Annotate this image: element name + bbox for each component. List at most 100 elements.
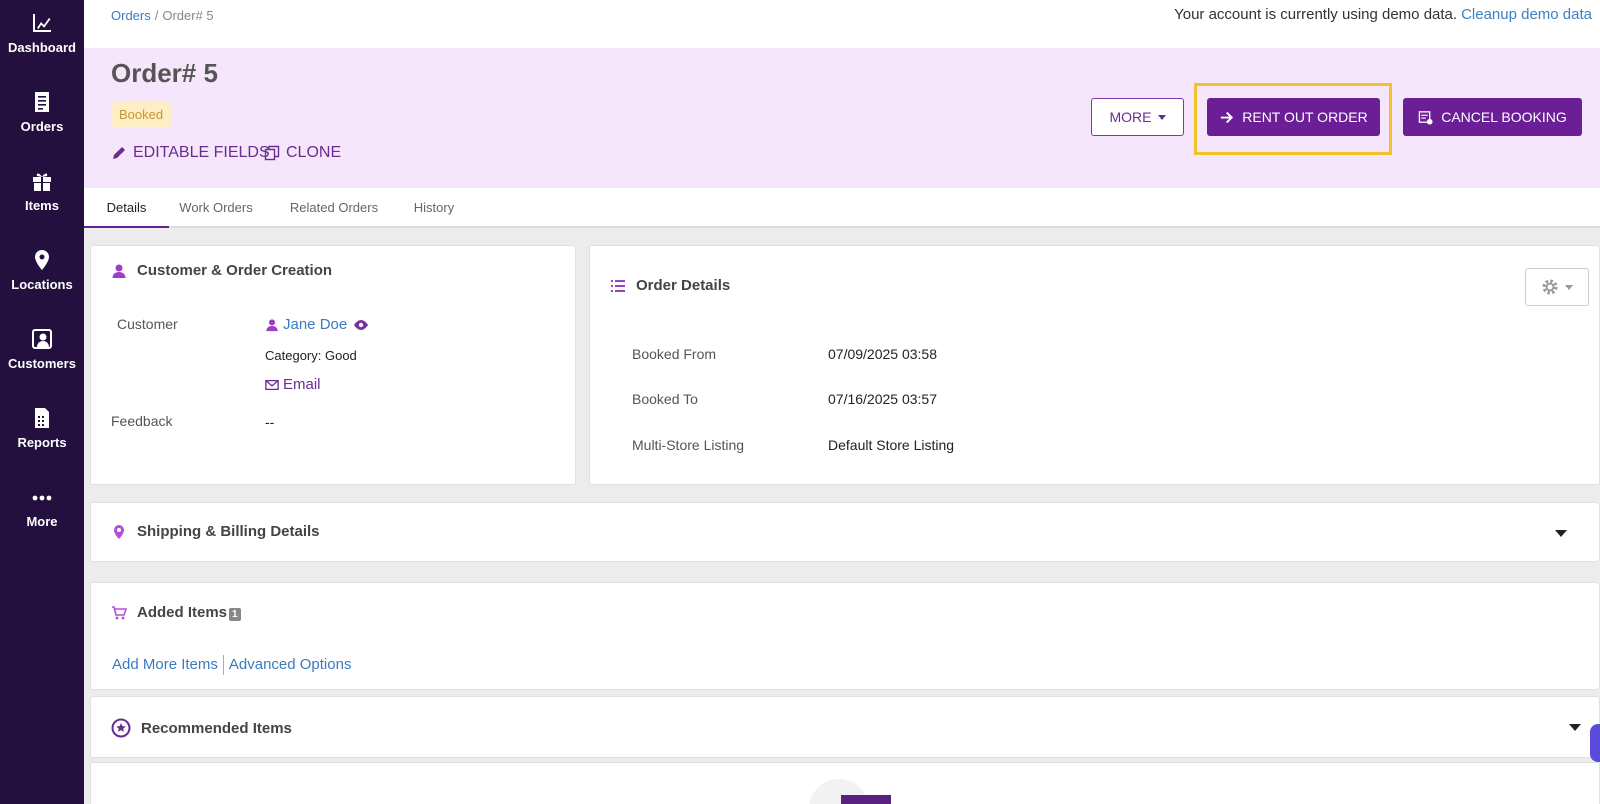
multi-store-value: Default Store Listing xyxy=(828,437,955,453)
sidebar-item-label: More xyxy=(26,514,58,529)
empty-state-image xyxy=(841,795,891,804)
location-pin-icon xyxy=(35,250,49,270)
recommended-items-title-text: Recommended Items xyxy=(141,719,292,737)
envelope-icon xyxy=(265,379,279,390)
items-icon xyxy=(33,173,51,191)
breadcrumb-separator: / xyxy=(154,8,159,23)
recommended-content-card xyxy=(90,762,1600,804)
clone-button[interactable]: CLONE xyxy=(264,144,341,162)
orders-icon xyxy=(35,92,49,112)
cart-icon xyxy=(112,605,127,619)
location-pin-icon xyxy=(114,524,124,539)
order-header: Order# 5 Booked EDITABLE FIELDS CLONE MO… xyxy=(84,48,1600,188)
gear-icon xyxy=(1542,279,1558,295)
advanced-options-link[interactable]: Advanced Options xyxy=(229,656,352,673)
customer-card-title: Customer & Order Creation xyxy=(111,262,332,279)
link-divider xyxy=(222,655,224,675)
sidebar-item-orders[interactable]: Orders xyxy=(0,89,84,159)
editable-fields-label: EDITABLE FIELDS xyxy=(133,144,270,161)
added-items-links: Add More Items Advanced Options xyxy=(112,655,351,675)
order-details-title-text: Order Details xyxy=(636,277,731,294)
user-icon xyxy=(112,264,126,278)
added-items-title: Added Items 1 xyxy=(111,604,241,621)
sidebar-item-label: Reports xyxy=(17,435,67,450)
demo-data-message: Your account is currently using demo dat… xyxy=(1174,6,1458,23)
reports-icon xyxy=(35,408,49,428)
sidebar-item-dashboard[interactable]: Dashboard xyxy=(0,10,84,80)
tab-details[interactable]: Details xyxy=(84,188,169,228)
tab-work-orders[interactable]: Work Orders xyxy=(171,188,261,228)
page-title: Order# 5 xyxy=(111,58,218,88)
feedback-value: -- xyxy=(265,414,275,430)
tab-history[interactable]: History xyxy=(406,188,462,228)
cleanup-demo-data-link[interactable]: Cleanup demo data xyxy=(1461,6,1592,23)
booked-to-value: 07/16/2025 03:57 xyxy=(828,391,937,407)
tab-related-orders[interactable]: Related Orders xyxy=(280,188,388,228)
eye-icon[interactable] xyxy=(353,317,369,333)
recommended-items-card[interactable]: Recommended Items xyxy=(90,696,1600,758)
editable-fields-button[interactable]: EDITABLE FIELDS xyxy=(111,144,270,162)
more-button-label: MORE xyxy=(1109,109,1152,125)
booked-to-label: Booked To xyxy=(632,391,698,407)
customer-card-title-text: Customer & Order Creation xyxy=(137,262,333,279)
sidebar-item-reports[interactable]: Reports xyxy=(0,405,84,475)
order-settings-button[interactable] xyxy=(1525,268,1589,306)
cancel-booking-button[interactable]: CANCEL BOOKING xyxy=(1403,98,1582,136)
added-items-title-text: Added Items 1 xyxy=(137,604,241,621)
cancel-booking-icon xyxy=(1418,110,1433,125)
sidebar-item-locations[interactable]: Locations xyxy=(0,247,84,317)
rent-out-order-label: RENT OUT ORDER xyxy=(1242,109,1368,125)
pencil-icon xyxy=(113,147,125,159)
cancel-booking-label: CANCEL BOOKING xyxy=(1441,109,1567,125)
sidebar-item-label: Items xyxy=(25,198,59,213)
breadcrumb: Orders / Order# 5 xyxy=(111,8,214,23)
customer-card: Customer & Order Creation Customer Jane … xyxy=(90,245,576,485)
customer-category: Category: Good xyxy=(265,348,357,363)
expand-shipping-icon[interactable] xyxy=(1555,530,1567,537)
customer-email-row: Email xyxy=(265,376,321,393)
sidebar-item-more[interactable]: More xyxy=(0,484,84,554)
order-details-title: Order Details xyxy=(610,277,730,294)
list-icon xyxy=(611,279,625,292)
booked-from-label: Booked From xyxy=(632,346,717,362)
chat-widget-edge[interactable] xyxy=(1590,724,1600,762)
rent-out-order-button[interactable]: RENT OUT ORDER xyxy=(1207,98,1380,136)
caret-down-icon xyxy=(1157,114,1166,120)
sidebar-item-label: Locations xyxy=(11,277,73,292)
shipping-billing-title-text: Shipping & Billing Details xyxy=(137,523,320,540)
added-items-count-badge: 1 xyxy=(229,608,241,621)
sidebar-item-items[interactable]: Items xyxy=(0,168,84,238)
customer-label: Customer xyxy=(117,316,178,332)
customer-name-link[interactable]: Jane Doe xyxy=(283,316,347,333)
feedback-label: Feedback xyxy=(111,413,173,429)
customer-email-link[interactable]: Email xyxy=(283,376,321,393)
status-badge: Booked xyxy=(111,102,172,127)
expand-recommended-icon[interactable] xyxy=(1569,724,1581,731)
more-dots-icon xyxy=(32,495,52,501)
demo-data-notice: Your account is currently using demo dat… xyxy=(1174,6,1592,23)
copy-icon xyxy=(264,145,280,161)
added-items-card: Added Items 1 Add More Items Advanced Opti… xyxy=(90,582,1600,690)
sidebar-item-customers[interactable]: Customers xyxy=(0,326,84,396)
breadcrumb-orders-link[interactable]: Orders xyxy=(111,8,151,23)
add-more-items-link[interactable]: Add More Items xyxy=(112,656,218,673)
star-circle-icon xyxy=(111,718,131,738)
order-details-card: Order Details Booked From 07/09/2025 03:… xyxy=(589,245,1600,485)
user-icon xyxy=(266,318,278,331)
sidebar-item-label: Orders xyxy=(20,119,64,134)
sidebar-item-label: Dashboard xyxy=(8,40,76,55)
tab-bar: Details Work Orders Related Orders Histo… xyxy=(84,188,1600,228)
arrow-right-icon xyxy=(1221,111,1234,123)
sidebar: Dashboard Orders Items Locations Custome… xyxy=(0,0,84,804)
clone-label: CLONE xyxy=(286,144,342,161)
caret-down-icon xyxy=(1565,284,1573,290)
booked-from-value: 07/09/2025 03:58 xyxy=(828,346,937,362)
added-items-title-label: Added Items xyxy=(137,604,228,621)
sidebar-item-label: Customers xyxy=(8,356,76,371)
dashboard-icon xyxy=(33,14,51,32)
top-bar: Orders / Order# 5 Your account is currentl… xyxy=(84,0,1600,48)
more-button[interactable]: MORE xyxy=(1091,98,1184,136)
shipping-billing-title: Shipping & Billing Details xyxy=(111,523,320,540)
shipping-billing-card[interactable]: Shipping & Billing Details xyxy=(90,502,1600,562)
recommended-items-title: Recommended Items xyxy=(111,718,292,738)
